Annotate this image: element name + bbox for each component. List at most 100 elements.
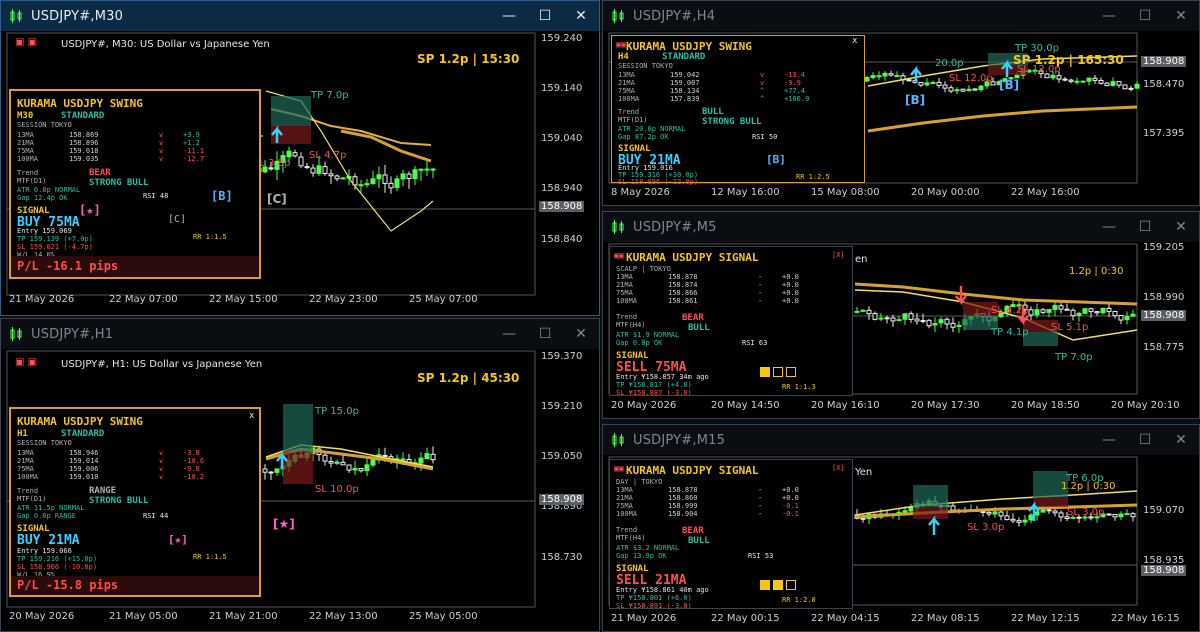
panel-close-button[interactable]: [X]: [832, 464, 845, 472]
ma-value: 159.018: [69, 147, 99, 155]
maximize-icon[interactable]: ☐: [527, 319, 563, 349]
chart-window-h1[interactable]: USDJPY#,H1 — ☐ ✕ USDJPY#, H1: US Dollar …: [0, 318, 600, 632]
star-marker: [★]: [79, 203, 101, 217]
candle-body: [340, 461, 346, 466]
minimize-icon[interactable]: —: [1091, 425, 1127, 455]
ma-delta: -0.1: [782, 502, 799, 510]
ma-direction: v: [159, 139, 164, 147]
minimize-icon[interactable]: —: [491, 1, 527, 31]
candle-body: [418, 168, 424, 171]
time-axis: 20 May 2026 21 May 05:00 21 May 21:00 22…: [9, 611, 478, 622]
close-icon[interactable]: ✕: [1163, 1, 1199, 31]
chart-toolbar-icons[interactable]: ▣▣: [614, 464, 624, 473]
spread-timer: SP 1.2p | 15:30: [417, 52, 520, 66]
candle-body: [316, 165, 322, 174]
chart-window-m30[interactable]: USDJPY#,M30 — ☐ ✕ USDJPY#, M30: US Dolla…: [0, 0, 600, 316]
chart-area[interactable]: TP 30.0p 20.0p SL 12.0p SL 12.0p SP 1.2p…: [603, 31, 1199, 205]
panel-close-button[interactable]: [X]: [832, 251, 845, 259]
kurama-swing-panel[interactable]: KURAMA USDJPY SWING x H1 STANDARD SESSIO…: [9, 407, 261, 597]
chart-toolbar-icons[interactable]: ▣ ▣: [15, 37, 37, 48]
ma-delta: +0.0: [782, 273, 799, 281]
ma-row: 13MA 158.878 - +0.0: [616, 486, 816, 494]
chart-toolbar-icons[interactable]: ▣▣: [614, 251, 624, 260]
strength-square: [760, 367, 770, 377]
candle-body: [286, 150, 292, 158]
chart-toolbar-icons[interactable]: ▣▣: [616, 40, 626, 49]
candle-body: [918, 82, 924, 86]
candle-body: [1134, 83, 1140, 89]
ma-name: 75MA: [616, 502, 633, 510]
ma-name: 13MA: [616, 273, 633, 281]
candle-body: [1088, 308, 1094, 313]
ma-direction: -: [758, 502, 763, 510]
chart-toolbar-icons[interactable]: ▣ ▣: [15, 357, 37, 368]
close-icon[interactable]: ✕: [1163, 212, 1199, 242]
ma-value: 159.010: [69, 473, 99, 481]
panel-timeframe: M30: [17, 111, 34, 121]
panel-mode: STANDARD: [61, 111, 105, 121]
candle-body: [358, 184, 364, 187]
chart-area[interactable]: USDJPY#, H1: US Dollar vs Japanese Yen ▣…: [1, 349, 599, 631]
kurama-signal-panel[interactable]: ▣▣ KURAMA USDJPY SIGNAL [X] SCALP | TOKY…: [609, 246, 853, 397]
candle-body: [942, 84, 948, 89]
candle-body: [298, 156, 304, 167]
title-bar[interactable]: USDJPY#,H4 — ☐ ✕: [603, 1, 1199, 31]
close-icon[interactable]: ✕: [563, 319, 599, 349]
maximize-icon[interactable]: ☐: [527, 1, 563, 31]
candle-body: [902, 313, 908, 320]
candle-body: [896, 319, 902, 322]
candle-body: [992, 511, 998, 515]
candle-body: [1104, 82, 1110, 87]
time-axis: 20 May 2026 20 May 14:50 20 May 16:10 20…: [611, 400, 1180, 411]
chart-area[interactable]: USDJPY#, M30: US Dollar vs Japanese Yen …: [1, 31, 599, 315]
ma-value: 158.134: [670, 87, 700, 95]
time-axis: 21 May 2026 22 May 00:15 22 May 04:15 22…: [611, 613, 1180, 624]
candle-body: [424, 453, 430, 460]
candle-body: [986, 511, 992, 515]
panel-close-button[interactable]: x: [249, 411, 254, 421]
ma-delta: +0.0: [782, 486, 799, 494]
panel-title: KURAMA USDJPY SIGNAL: [626, 251, 759, 264]
minimize-icon[interactable]: —: [1091, 212, 1127, 242]
chart-area[interactable]: Yen TP 6.0p 1.2p | 0:30 SL 3.0p SL 3.0p …: [603, 455, 1199, 631]
spread-timer: 1.2p | 0:30: [1061, 481, 1116, 492]
title-bar[interactable]: USDJPY#,M30 — ☐ ✕: [1, 1, 599, 31]
candle-body: [960, 88, 966, 92]
ma-value: 158.896: [69, 139, 99, 147]
maximize-icon[interactable]: ☐: [1127, 425, 1163, 455]
kurama-swing-panel[interactable]: ▣▣ KURAMA USDJPY SWING x H4 STANDARD SES…: [611, 35, 865, 186]
chart-area[interactable]: en 1.2p | 0:30 SL 4.2p SL 5.1p TP 4.1p T…: [603, 242, 1199, 418]
candle-body: [1110, 81, 1116, 86]
panel-close-button[interactable]: x: [852, 36, 857, 46]
chart-window-m15[interactable]: USDJPY#,M15 — ☐ ✕ Yen TP 6.0p 1.2p | 0:3…: [602, 424, 1200, 632]
candle-body: [980, 511, 986, 514]
candle-body: [400, 173, 406, 180]
title-bar[interactable]: USDJPY#,H1 — ☐ ✕: [1, 319, 599, 349]
c-tag: [C]: [168, 214, 187, 225]
ma-direction: v: [159, 147, 164, 155]
kurama-swing-panel[interactable]: KURAMA USDJPY SWING M30 STANDARD SESSION…: [9, 89, 261, 279]
title-bar[interactable]: USDJPY#,M15 — ☐ ✕: [603, 425, 1199, 455]
candle-body: [966, 88, 972, 92]
maximize-icon[interactable]: ☐: [1127, 212, 1163, 242]
candle-body: [334, 461, 340, 464]
ma-direction: -: [758, 273, 763, 281]
minimize-icon[interactable]: —: [1091, 1, 1127, 31]
chart-window-m5[interactable]: USDJPY#,M5 — ☐ ✕ en 1.2p | 0:30 SL 4.2p …: [602, 211, 1200, 419]
ma-delta: -10.6: [183, 457, 205, 465]
title-bar[interactable]: USDJPY#,M5 — ☐ ✕: [603, 212, 1199, 242]
candle-body: [1052, 510, 1058, 514]
candle-body: [364, 183, 370, 186]
ma-name: 21MA: [616, 494, 633, 502]
ma-row: 21MA 158.874 - +0.0: [616, 281, 816, 289]
kurama-signal-panel[interactable]: ▣▣ KURAMA USDJPY SIGNAL [X] DAY | TOKYO …: [609, 459, 853, 610]
tp-label: TP 15.0p: [315, 406, 359, 417]
minimize-icon[interactable]: —: [491, 319, 527, 349]
panel-title: KURAMA USDJPY SIGNAL: [626, 464, 759, 477]
chart-window-h4[interactable]: USDJPY#,H4 — ☐ ✕ TP 30.0p 20.0p SL 12.0p…: [602, 0, 1200, 206]
close-icon[interactable]: ✕: [1163, 425, 1199, 455]
ma-value: 158.878: [668, 273, 698, 281]
maximize-icon[interactable]: ☐: [1127, 1, 1163, 31]
ma-delta: -10.2: [183, 473, 205, 481]
close-icon[interactable]: ✕: [563, 1, 599, 31]
